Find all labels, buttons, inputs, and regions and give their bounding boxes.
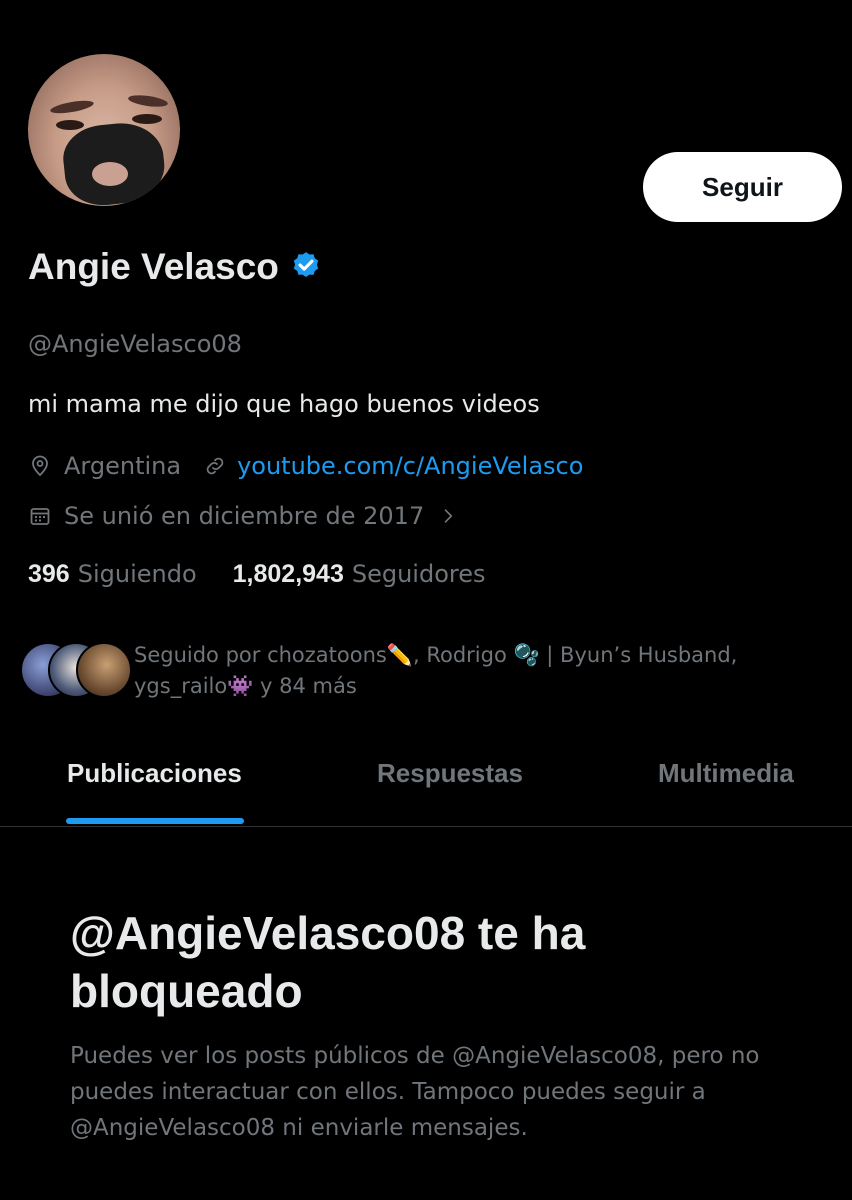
- followers-stat[interactable]: 1,802,943 Seguidores: [233, 560, 486, 589]
- blocked-title: @AngieVelasco08 te ha bloqueado: [70, 907, 586, 1017]
- profile-stats: 396 Siguiendo 1,802,943 Seguidores: [28, 560, 486, 589]
- display-name: Angie Velasco: [28, 246, 279, 287]
- verified-badge-icon[interactable]: [289, 250, 323, 284]
- profile-avatar[interactable]: [28, 54, 180, 206]
- profile-meta-row: Argentina youtube.com/c/AngieVelasco: [28, 452, 583, 480]
- avatar: [76, 642, 132, 698]
- display-name-row: Angie Velasco: [28, 246, 323, 288]
- profile-joined-row[interactable]: Se unió en diciembre de 2017: [28, 502, 458, 530]
- calendar-icon: [30, 508, 50, 525]
- followed-by-line1: Seguido por chozatoons✏️, Rodrigo 🫧 | By…: [134, 643, 738, 667]
- blocked-description: Puedes ver los posts públicos de @AngieV…: [70, 1043, 760, 1141]
- following-stat[interactable]: 396 Siguiendo: [28, 560, 197, 589]
- followers-you-know-avatars[interactable]: [20, 640, 132, 698]
- active-tab-indicator: [66, 818, 244, 824]
- profile-website-link[interactable]: youtube.com/c/AngieVelasco: [237, 452, 583, 480]
- followers-count: 1,802,943: [232, 560, 344, 588]
- location-pin-icon: [32, 455, 48, 477]
- followed-by-line2: ygs_railo👾 y 84 más: [134, 674, 357, 698]
- tabs-divider: [0, 826, 852, 827]
- followers-label: Seguidores: [351, 560, 486, 588]
- following-label: Siguiendo: [77, 560, 197, 588]
- link-icon: [206, 457, 224, 475]
- tab-respuestas[interactable]: Respuestas: [377, 758, 523, 789]
- follow-button[interactable]: Seguir: [643, 152, 842, 222]
- profile-location: Argentina: [64, 452, 182, 480]
- chevron-right-icon: [444, 509, 453, 523]
- profile-handle: @AngieVelasco08: [28, 330, 242, 358]
- profile-joined-date: Se unió en diciembre de 2017: [64, 502, 425, 530]
- tab-multimedia[interactable]: Multimedia: [658, 758, 794, 789]
- following-count: 396: [28, 560, 70, 588]
- tab-publicaciones[interactable]: Publicaciones: [67, 758, 242, 789]
- followed-by-text[interactable]: Seguido por chozatoons✏️, Rodrigo 🫧 | By…: [134, 640, 834, 702]
- profile-bio: mi mama me dijo que hago buenos videos: [28, 390, 540, 418]
